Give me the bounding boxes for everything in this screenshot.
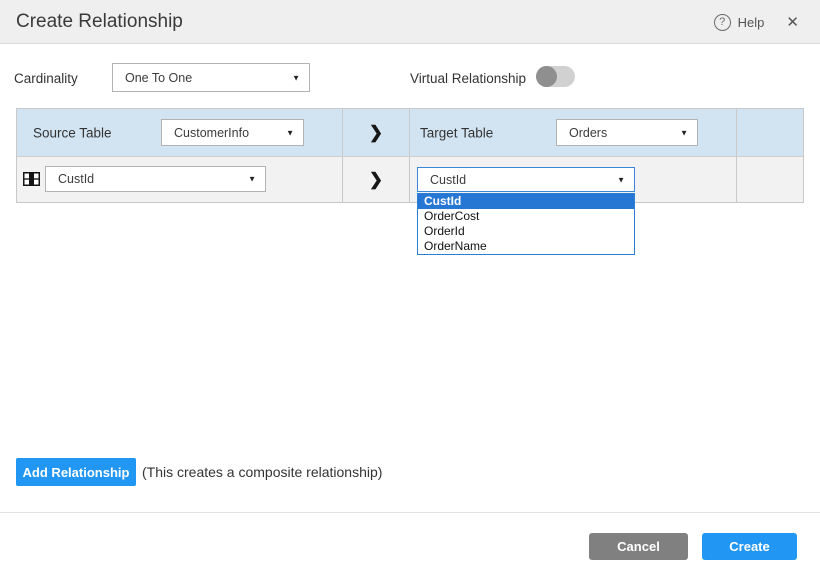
create-relationship-dialog: Create Relationship ? Help ✕ Cardinality… [0, 0, 820, 577]
row-empty-cell [737, 157, 803, 202]
chevron-right-icon: ❯ [369, 170, 383, 190]
source-table-select[interactable]: CustomerInfo ▼ [161, 119, 304, 146]
dropdown-option-orderid[interactable]: OrderId [418, 224, 634, 239]
dropdown-arrow-icon: ▼ [292, 73, 300, 82]
direction-cell: ❯ [343, 109, 410, 156]
target-table-label: Target Table [420, 125, 493, 140]
footer-divider [0, 512, 820, 513]
dropdown-arrow-icon: ▼ [617, 175, 625, 184]
virtual-relationship-toggle[interactable] [536, 66, 575, 87]
chevron-right-icon: ❯ [369, 123, 383, 143]
close-icon[interactable]: ✕ [786, 13, 799, 31]
source-table-label: Source Table [33, 125, 112, 140]
source-column-select-value: CustId [58, 172, 94, 186]
dialog-titlebar: Create Relationship ? Help ✕ [0, 0, 820, 44]
source-column-cell: CustId ▼ [17, 157, 343, 202]
cardinality-select[interactable]: One To One ▼ [112, 63, 310, 92]
target-column-dropdown-list: CustId OrderCost OrderId OrderName [417, 193, 635, 255]
dropdown-arrow-icon: ▼ [680, 128, 688, 137]
target-column-select[interactable]: CustId ▼ [417, 167, 635, 192]
column-mapping-row: CustId ▼ ❯ CustId ▼ [17, 157, 803, 202]
cardinality-label: Cardinality [14, 71, 78, 86]
virtual-relationship-label: Virtual Relationship [410, 71, 526, 86]
help-link[interactable]: Help [738, 15, 765, 30]
cardinality-select-value: One To One [125, 71, 192, 85]
table-header-row: Source Table CustomerInfo ▼ ❯ Target Tab… [17, 109, 803, 157]
source-table-cell: Source Table CustomerInfo ▼ [17, 109, 343, 156]
composite-relationship-note: (This creates a composite relationship) [142, 464, 382, 480]
dropdown-option-ordercost[interactable]: OrderCost [418, 209, 634, 224]
target-table-cell: Target Table Orders ▼ [410, 109, 737, 156]
create-button[interactable]: Create [702, 533, 797, 560]
dropdown-option-custid[interactable]: CustId [418, 194, 634, 209]
target-column-select-value: CustId [430, 173, 466, 187]
page-title: Create Relationship [16, 0, 183, 44]
cancel-button[interactable]: Cancel [589, 533, 688, 560]
titlebar-actions: ? Help ✕ [714, 0, 820, 44]
relationship-mapping-table: Source Table CustomerInfo ▼ ❯ Target Tab… [16, 108, 804, 203]
toggle-knob [536, 66, 557, 87]
source-table-select-value: CustomerInfo [174, 126, 249, 140]
target-table-select[interactable]: Orders ▼ [556, 119, 698, 146]
table-icon [23, 172, 40, 186]
add-relationship-button[interactable]: Add Relationship [16, 458, 136, 486]
dropdown-arrow-icon: ▼ [248, 175, 256, 184]
source-column-select[interactable]: CustId ▼ [45, 166, 266, 192]
help-icon[interactable]: ? [714, 14, 731, 31]
header-empty-cell [737, 109, 803, 156]
dropdown-arrow-icon: ▼ [286, 128, 294, 137]
dropdown-option-ordername[interactable]: OrderName [418, 239, 634, 254]
direction-cell: ❯ [343, 157, 410, 202]
target-table-select-value: Orders [569, 126, 607, 140]
